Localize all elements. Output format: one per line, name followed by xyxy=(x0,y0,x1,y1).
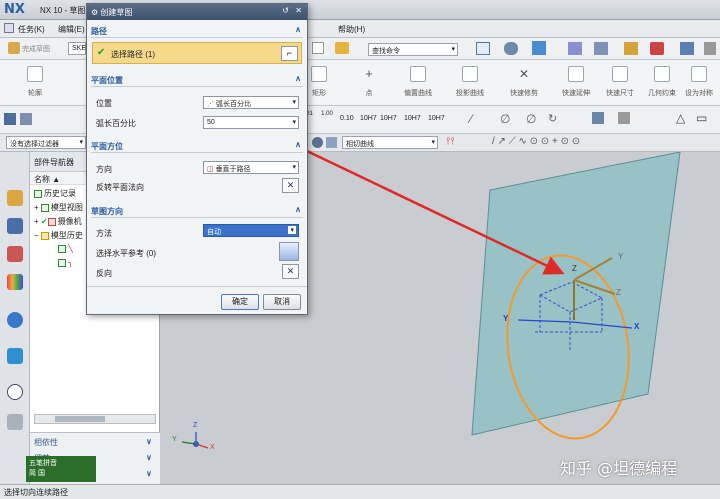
position-label: 位置 xyxy=(96,99,112,108)
chevron-down-icon: ▾ xyxy=(292,99,296,106)
ime-keys: 简 国 xyxy=(29,470,45,477)
chevron-down-icon: ▾ xyxy=(288,226,296,234)
dialog-title-bar[interactable]: ⚙ 创建草图 ↺ ✕ xyxy=(87,4,307,20)
method-select[interactable]: 自动 ▾ xyxy=(203,224,299,237)
reverse-button[interactable]: ✕ xyxy=(282,264,299,279)
horizontal-ref-label: 选择水平参考 (0) xyxy=(96,249,156,258)
chevron-up-icon: ∧ xyxy=(295,74,301,83)
section-sketch-direction-title: 草图方向 xyxy=(91,207,123,216)
curve-select-icon[interactable]: ⌐ xyxy=(281,46,298,61)
section-plane-orientation-title: 平面方位 xyxy=(91,142,123,151)
chevron-down-icon: ▾ xyxy=(292,119,296,126)
section-path-title: 路径 xyxy=(91,27,107,36)
normal-to-path-icon: ◫ xyxy=(207,166,216,173)
section-path[interactable]: 路径 ∧ xyxy=(91,25,303,38)
section-plane-position[interactable]: 平面位置 ∧ xyxy=(91,74,303,87)
direction-label: 方向 xyxy=(96,165,112,174)
create-sketch-dialog: ⚙ 创建草图 ↺ ✕ 路径 ∧ ✔ 选择路径 (1) ⌐ 平面位置 ∧ 位置 ⋰… xyxy=(86,3,308,315)
ime-title: 五笔拼音 xyxy=(29,460,57,467)
dialog-title: 创建草图 xyxy=(100,8,133,17)
reverse-normal-label: 反转平面法向 xyxy=(96,183,144,192)
cancel-button[interactable]: 取消 xyxy=(263,294,301,310)
select-path-label: 选择路径 (1) xyxy=(111,50,155,59)
section-sketch-direction[interactable]: 草图方向 ∧ xyxy=(91,205,303,218)
chevron-up-icon: ∧ xyxy=(295,25,301,34)
section-plane-orientation[interactable]: 平面方位 ∧ xyxy=(91,140,303,153)
status-bar: 选择切向连续路径 xyxy=(0,484,720,499)
select-path-row[interactable]: ✔ 选择路径 (1) ⌐ xyxy=(92,42,302,64)
arc-percent-value: 50 xyxy=(207,119,215,126)
chevron-up-icon: ∧ xyxy=(295,205,301,214)
direction-value: 垂直于路径 xyxy=(215,166,251,173)
close-icon[interactable]: ✕ xyxy=(295,6,302,15)
ok-button[interactable]: 确定 xyxy=(221,294,259,310)
direction-select[interactable]: ◫ 垂直于路径 ▾ xyxy=(203,161,299,174)
gear-icon[interactable]: ⚙ xyxy=(91,8,98,17)
arc-percent-input[interactable]: 50 ▾ xyxy=(203,116,299,129)
position-value: 弧长百分比 xyxy=(215,101,251,108)
method-label: 方法 xyxy=(96,229,112,238)
watermark: 知乎 @坦德编程 xyxy=(560,459,678,478)
check-icon: ✔ xyxy=(97,47,106,58)
arc-percent-label: 弧长百分比 xyxy=(96,119,136,128)
position-select[interactable]: ⋰ 弧长百分比 ▾ xyxy=(203,96,299,109)
reset-icon[interactable]: ↺ xyxy=(282,6,289,15)
reverse-normal-button[interactable]: ✕ xyxy=(282,178,299,193)
ime-toolbar[interactable]: 五笔拼音 简 国 xyxy=(26,456,96,482)
chevron-up-icon: ∧ xyxy=(295,140,301,149)
horizontal-ref-button[interactable] xyxy=(279,242,299,261)
chevron-down-icon: ▾ xyxy=(292,164,296,171)
arc-percent-icon: ⋰ xyxy=(207,101,216,108)
reverse-label: 反向 xyxy=(96,269,112,278)
status-text: 选择切向连续路径 xyxy=(4,488,68,497)
divider xyxy=(87,286,307,287)
method-value: 自动 xyxy=(207,229,221,236)
section-plane-position-title: 平面位置 xyxy=(91,76,123,85)
